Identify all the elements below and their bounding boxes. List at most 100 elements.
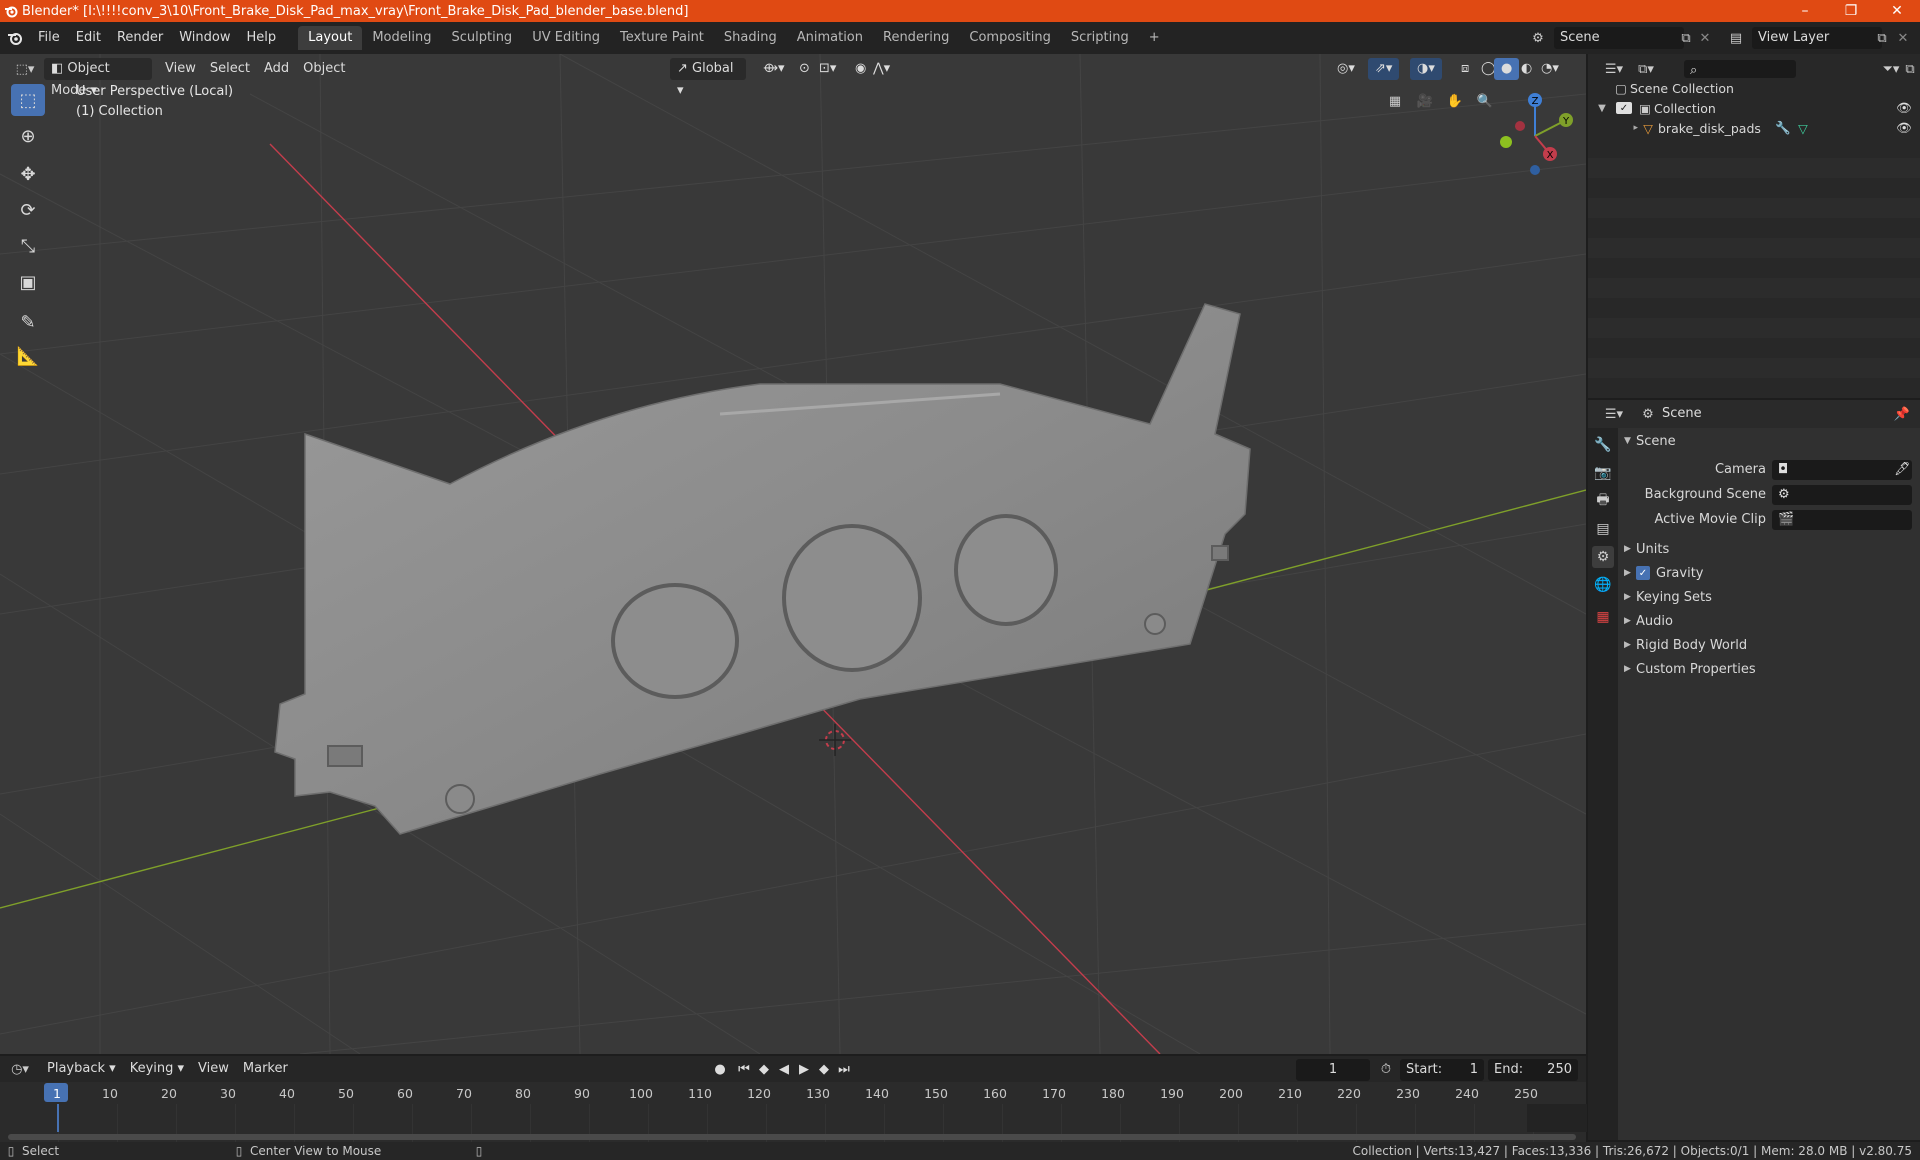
visibility-eye-icon[interactable]: 👁 [1896, 100, 1912, 116]
marker-menu[interactable]: Marker [236, 1058, 295, 1080]
view-layer-field[interactable]: View Layer [1752, 27, 1882, 49]
pivot-point-icon[interactable]: ⟴▾ [756, 58, 792, 80]
editor-type-icon[interactable]: ⬚▾ [6, 58, 44, 80]
mesh-data-icon[interactable]: ▽ [1793, 121, 1813, 136]
modifier-wrench-icon[interactable]: 🔧 [1773, 120, 1793, 136]
remove-scene-icon[interactable]: ✕ [1696, 27, 1714, 49]
menu-help[interactable]: Help [239, 27, 285, 49]
menu-object[interactable]: Object [296, 58, 352, 80]
scene-name-field[interactable]: Scene [1554, 27, 1684, 49]
outliner-row-brake-disk-pads[interactable]: ▸ ▽ brake_disk_pads 🔧 ▽ 👁 [1588, 118, 1920, 138]
timeline-view-menu[interactable]: View [191, 1058, 236, 1080]
tab-modeling[interactable]: Modeling [362, 26, 441, 50]
units-panel-header[interactable]: ▶ Units [1624, 538, 1916, 560]
brake-disk-pads-mesh[interactable] [274, 303, 1251, 835]
tab-animation[interactable]: Animation [787, 26, 873, 50]
snap-target-icon[interactable]: ⊡▾ [812, 58, 843, 80]
gizmo-neg-y-icon[interactable] [1500, 136, 1512, 148]
menu-file[interactable]: File [30, 27, 68, 49]
add-workspace-button[interactable]: + [1139, 26, 1170, 50]
menu-edit[interactable]: Edit [68, 27, 109, 49]
new-view-layer-icon[interactable]: ⧉ [1872, 27, 1892, 49]
annotate-tool-icon[interactable]: ✎ [11, 306, 45, 338]
view-layer-tab-icon[interactable]: ▤ [1592, 518, 1614, 540]
display-mode-icon[interactable]: ⧉▾ [1632, 58, 1660, 80]
exclude-checkbox[interactable]: ✓ [1616, 102, 1632, 114]
scene-panel-header[interactable]: ▼ Scene [1624, 430, 1916, 452]
remove-view-layer-icon[interactable]: ✕ [1894, 27, 1912, 49]
timeline-ruler[interactable]: 1 10 20 30 40 50 60 70 80 90 100 110 120… [0, 1082, 1586, 1104]
outliner-editor-type-icon[interactable]: ☰▾ [1600, 58, 1628, 80]
properties-editor-type-icon[interactable]: ☰▾ [1600, 403, 1628, 425]
minimize-button[interactable]: – [1782, 0, 1828, 22]
tool-tab-icon[interactable]: 🔧 [1592, 434, 1614, 456]
menu-window[interactable]: Window [171, 27, 238, 49]
blender-menu-icon[interactable] [0, 27, 30, 49]
use-preview-range-icon[interactable]: ⏱ [1376, 1059, 1396, 1079]
play-icon[interactable]: ▶ [794, 1059, 814, 1079]
scale-tool-icon[interactable]: ⤡ [11, 230, 45, 262]
menu-view[interactable]: View [158, 58, 203, 80]
gizmo-neg-z-icon[interactable] [1530, 165, 1540, 175]
camera-field[interactable]: ◘ 🖋 [1772, 460, 1912, 480]
jump-end-icon[interactable]: ⏭ [834, 1059, 854, 1079]
visibility-icon[interactable]: ◎▾ [1330, 58, 1362, 80]
custom-properties-panel-header[interactable]: ▶ Custom Properties [1624, 658, 1916, 680]
outliner-row-collection[interactable]: ▼ ✓ ▣ Collection 👁 [1588, 98, 1920, 118]
cursor-tool-icon[interactable]: ⊕ [11, 120, 45, 152]
prev-keyframe-icon[interactable]: ◆ [754, 1059, 774, 1079]
world-tab-icon[interactable]: 🌐 [1592, 574, 1614, 596]
tab-layout[interactable]: Layout [298, 26, 363, 50]
viewport-canvas[interactable] [0, 54, 1586, 1054]
rotate-tool-icon[interactable]: ⟳ [11, 194, 45, 226]
audio-panel-header[interactable]: ▶ Audio [1624, 610, 1916, 632]
close-window-button[interactable]: ✕ [1874, 0, 1920, 22]
pin-icon[interactable]: 📌 [1892, 403, 1912, 425]
gravity-checkbox[interactable]: ✓ [1636, 566, 1650, 580]
restore-button[interactable]: ❐ [1828, 0, 1874, 22]
3d-cursor-icon[interactable] [819, 724, 851, 756]
next-keyframe-icon[interactable]: ◆ [814, 1059, 834, 1079]
keying-menu[interactable]: Keying ▾ [123, 1058, 191, 1080]
tab-sculpting[interactable]: Sculpting [441, 26, 522, 50]
jump-start-icon[interactable]: ⏮ [734, 1059, 754, 1079]
tab-scripting[interactable]: Scripting [1061, 26, 1139, 50]
move-tool-icon[interactable]: ✥ [11, 158, 45, 190]
end-frame-field[interactable]: End: 250 [1488, 1059, 1578, 1081]
keying-sets-panel-header[interactable]: ▶ Keying Sets [1624, 586, 1916, 608]
render-tab-icon[interactable]: 📷 [1592, 462, 1614, 484]
menu-render[interactable]: Render [109, 27, 171, 49]
rigid-body-world-panel-header[interactable]: ▶ Rigid Body World [1624, 634, 1916, 656]
timeline-track-area[interactable] [0, 1104, 1587, 1142]
outliner-row-scene-collection[interactable]: ▢ Scene Collection [1588, 78, 1920, 98]
playback-menu[interactable]: Playback ▾ [40, 1058, 123, 1080]
play-reverse-icon[interactable]: ◀ [774, 1059, 794, 1079]
tab-uv-editing[interactable]: UV Editing [522, 26, 610, 50]
timeline-editor-type-icon[interactable]: ◷▾ [0, 1058, 40, 1080]
current-frame-field[interactable]: 1 [1296, 1059, 1370, 1081]
visibility-eye-icon[interactable]: 👁 [1896, 120, 1912, 136]
pan-hand-icon[interactable]: ✋ [1442, 88, 1468, 114]
object-mode-dropdown[interactable]: ◧ Object Mode ▾ [44, 58, 152, 98]
view-layer-icon[interactable]: ▤ [1722, 27, 1750, 49]
gizmo-toggle-icon[interactable]: ⇗▾ [1368, 58, 1400, 80]
transform-orientation-dropdown[interactable]: ↗ Global ▾ [670, 58, 746, 98]
timeline-scrollbar[interactable] [8, 1134, 1576, 1140]
select-box-tool-icon[interactable]: ⬚ [11, 84, 45, 116]
transform-tool-icon[interactable]: ▣ [11, 266, 45, 298]
eyedropper-icon[interactable]: 🖋 [1894, 462, 1911, 477]
background-scene-field[interactable]: ⚙ [1772, 485, 1912, 505]
toggle-camera-grid-icon[interactable]: ▦ [1382, 88, 1408, 114]
tab-rendering[interactable]: Rendering [873, 26, 959, 50]
active-movie-clip-field[interactable]: 🎬 [1772, 510, 1912, 530]
new-collection-icon[interactable]: ⧉ [1900, 58, 1920, 80]
output-tab-icon[interactable]: 🖶 [1592, 490, 1614, 512]
tab-shading[interactable]: Shading [714, 26, 787, 50]
expand-arrow-icon[interactable]: ▸ [1588, 123, 1638, 133]
menu-add[interactable]: Add [257, 58, 296, 80]
3d-viewport[interactable]: ⬚▾ ◧ Object Mode ▾ View Select Add Objec… [0, 54, 1586, 1054]
start-frame-field[interactable]: Start: 1 [1400, 1059, 1484, 1081]
scene-icon[interactable]: ⚙ [1524, 27, 1552, 49]
navigation-gizmo[interactable]: Z Y X [1490, 86, 1580, 186]
texture-tab-icon[interactable]: ▦ [1592, 606, 1614, 628]
